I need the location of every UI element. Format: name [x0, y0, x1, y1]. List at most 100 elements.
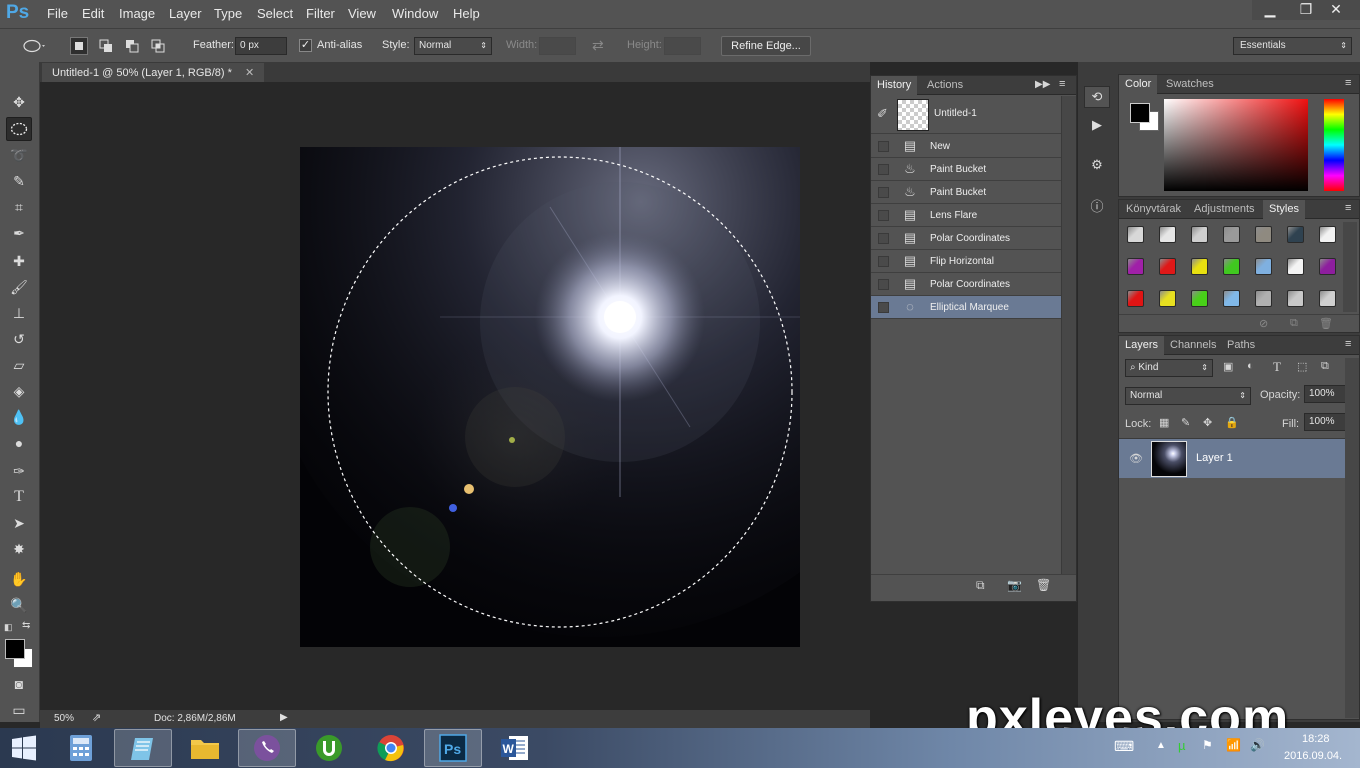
- clone-stamp-tool-icon[interactable]: ⊥: [6, 301, 32, 325]
- filter-pixel-icon[interactable]: ▣: [1223, 360, 1233, 373]
- history-source-checkbox[interactable]: [878, 141, 889, 152]
- style-swatch[interactable]: [1319, 258, 1336, 275]
- paint-bucket-tool-icon[interactable]: ◈: [6, 379, 32, 403]
- history-source-checkbox[interactable]: [878, 164, 889, 175]
- panel-menu-icon[interactable]: ≡: [1059, 78, 1065, 90]
- style-swatch[interactable]: [1223, 258, 1240, 275]
- tab-history[interactable]: History: [871, 76, 918, 96]
- menu-window[interactable]: Window: [392, 6, 438, 21]
- filter-smart-object-icon[interactable]: ⧉: [1321, 360, 1329, 373]
- history-step[interactable]: ▤ Polar Coordinates: [871, 227, 1061, 250]
- flag-icon[interactable]: ⚑: [1202, 738, 1213, 752]
- trash-icon[interactable]: 🗑: [1036, 578, 1051, 592]
- layers-scrollbar[interactable]: [1345, 358, 1359, 718]
- pen-tool-icon[interactable]: ✑: [6, 459, 32, 483]
- healing-brush-tool-icon[interactable]: ✚: [6, 249, 32, 273]
- tab-adjustments[interactable]: Adjustments: [1194, 203, 1255, 215]
- photoshop-app-icon[interactable]: Ps: [424, 729, 482, 767]
- close-tab-icon[interactable]: ✕: [245, 67, 254, 79]
- style-swatch[interactable]: [1255, 290, 1272, 307]
- new-style-icon[interactable]: ⧉: [1290, 317, 1298, 330]
- move-tool-icon[interactable]: ✥: [6, 90, 32, 114]
- history-source-checkbox[interactable]: [878, 279, 889, 290]
- keyboard-icon[interactable]: ⌨: [1114, 738, 1134, 755]
- file-explorer-app-icon[interactable]: [176, 729, 234, 767]
- path-selection-tool-icon[interactable]: ➤: [6, 511, 32, 535]
- quick-mask-icon[interactable]: ◙: [6, 672, 32, 696]
- blur-tool-icon[interactable]: 💧: [6, 405, 32, 429]
- swap-dimensions-icon[interactable]: ⇄: [592, 37, 604, 54]
- minimize-button[interactable]: ▁: [1252, 0, 1288, 20]
- history-step[interactable]: ▤ Lens Flare: [871, 204, 1061, 227]
- refine-edge-button[interactable]: Refine Edge...: [721, 36, 811, 56]
- tab-layers[interactable]: Layers: [1119, 336, 1165, 356]
- subtract-from-selection-icon[interactable]: [123, 37, 141, 55]
- history-step[interactable]: ▤ Flip Horizontal: [871, 250, 1061, 273]
- menu-layer[interactable]: Layer: [169, 6, 202, 21]
- lock-pixels-icon[interactable]: ✎: [1181, 416, 1190, 429]
- elliptical-marquee-tool-icon[interactable]: [6, 117, 32, 141]
- tab-channels[interactable]: Channels: [1170, 339, 1216, 351]
- layer-filter-select[interactable]: ⌕ Kind ⇕: [1125, 359, 1213, 377]
- style-swatch[interactable]: [1287, 290, 1304, 307]
- eraser-tool-icon[interactable]: ▱: [6, 353, 32, 377]
- brush-tool-icon[interactable]: 🖌: [6, 275, 32, 299]
- new-document-from-state-icon[interactable]: ⧉: [976, 578, 985, 593]
- zoom-tool-icon[interactable]: 🔍: [6, 593, 32, 617]
- style-swatch[interactable]: [1223, 226, 1240, 243]
- viber-app-icon[interactable]: [238, 729, 296, 767]
- elliptical-marquee-preset-icon[interactable]: [22, 37, 46, 55]
- network-icon[interactable]: 📶: [1226, 738, 1241, 752]
- tab-libraries[interactable]: Könyvtárak: [1126, 203, 1181, 215]
- history-scrollbar[interactable]: [1061, 96, 1076, 574]
- lasso-tool-icon[interactable]: ➰: [6, 143, 32, 167]
- style-swatch[interactable]: [1159, 290, 1176, 307]
- document-canvas[interactable]: [300, 147, 800, 647]
- word-app-icon[interactable]: W: [486, 729, 544, 767]
- custom-shape-tool-icon[interactable]: ✸: [6, 537, 32, 561]
- workspace-select[interactable]: Essentials ⇕: [1233, 37, 1352, 55]
- tab-paths[interactable]: Paths: [1227, 339, 1255, 351]
- foreground-color-swatch[interactable]: [5, 639, 25, 659]
- style-swatch[interactable]: [1255, 226, 1272, 243]
- notepad-app-icon[interactable]: [114, 729, 172, 767]
- style-swatch[interactable]: [1127, 290, 1144, 307]
- lock-position-icon[interactable]: ✥: [1203, 416, 1212, 429]
- clear-style-icon[interactable]: ⊘: [1259, 317, 1268, 330]
- default-colors-icon[interactable]: ◧: [4, 622, 13, 633]
- volume-icon[interactable]: 🔊: [1250, 738, 1265, 752]
- history-step[interactable]: ▤ New: [871, 135, 1061, 158]
- status-menu-arrow-icon[interactable]: ▶: [280, 712, 288, 723]
- style-swatch[interactable]: [1255, 258, 1272, 275]
- history-source-checkbox[interactable]: [878, 210, 889, 221]
- history-step[interactable]: ▤ Polar Coordinates: [871, 273, 1061, 296]
- collapse-arrows-icon[interactable]: ▶▶: [1035, 79, 1050, 90]
- lock-all-icon[interactable]: 🔒: [1225, 416, 1239, 429]
- close-button[interactable]: ✕: [1312, 0, 1360, 20]
- eye-icon[interactable]: 👁: [1129, 452, 1143, 465]
- eyedropper-tool-icon[interactable]: ✒: [6, 221, 32, 245]
- panel-menu-icon[interactable]: ≡: [1345, 338, 1351, 350]
- screen-mode-icon[interactable]: ▭: [6, 698, 32, 722]
- style-swatch[interactable]: [1287, 258, 1304, 275]
- style-select[interactable]: Normal ⇕: [414, 37, 492, 55]
- document-tab[interactable]: Untitled-1 @ 50% (Layer 1, RGB/8) * ✕: [42, 63, 265, 82]
- tab-styles[interactable]: Styles: [1263, 200, 1305, 220]
- history-panel-icon[interactable]: ⟲: [1084, 86, 1110, 108]
- panel-menu-icon[interactable]: ≡: [1345, 202, 1351, 214]
- style-swatch[interactable]: [1159, 258, 1176, 275]
- hue-slider[interactable]: [1324, 99, 1344, 191]
- blend-mode-select[interactable]: Normal ⇕: [1125, 387, 1251, 405]
- menu-edit[interactable]: Edit: [82, 6, 104, 21]
- new-selection-icon[interactable]: [70, 37, 88, 55]
- panel-menu-icon[interactable]: ≡: [1345, 77, 1351, 89]
- history-source-checkbox[interactable]: [878, 302, 889, 313]
- history-source-checkbox[interactable]: [878, 256, 889, 267]
- utorrent-tray-icon[interactable]: µ: [1178, 738, 1186, 753]
- styles-scrollbar[interactable]: [1343, 222, 1357, 312]
- menu-image[interactable]: Image: [119, 6, 155, 21]
- menu-type[interactable]: Type: [214, 6, 242, 21]
- lock-transparent-icon[interactable]: ▦: [1159, 416, 1169, 429]
- history-brush-tool-icon[interactable]: ↺: [6, 327, 32, 351]
- history-snapshot[interactable]: ✐ Untitled-1: [871, 96, 1061, 134]
